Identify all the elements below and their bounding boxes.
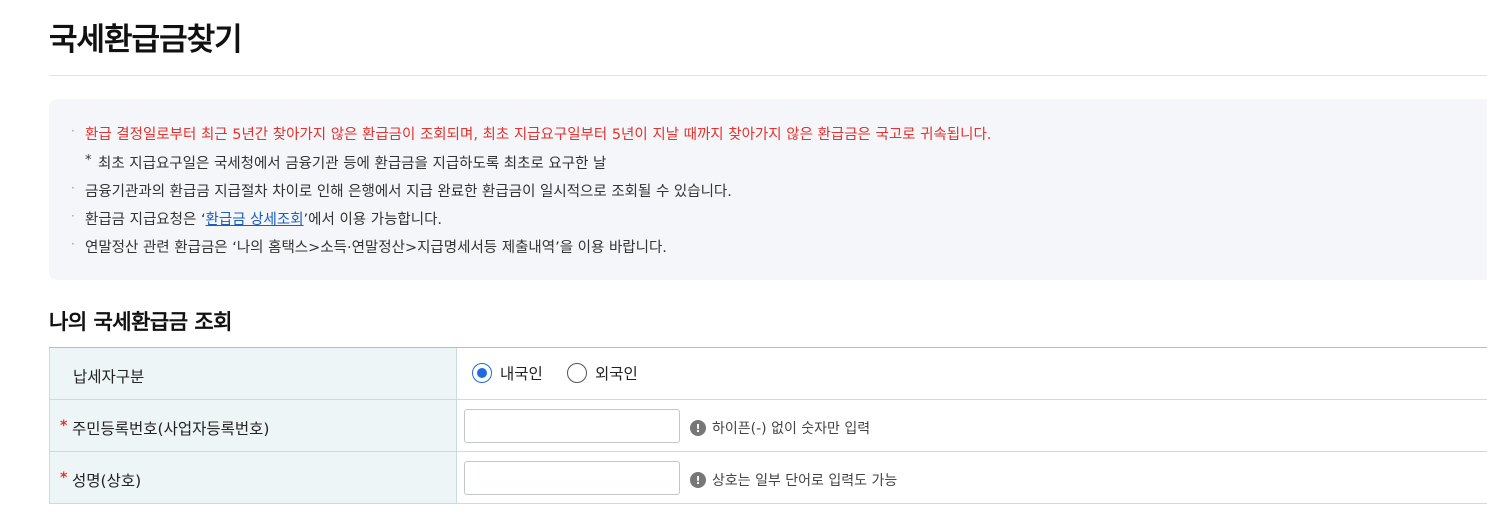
refund-detail-link[interactable]: 환급금 상세조회 [206,212,304,228]
notice-text-after: ’에서 이용 가능합니다. [303,212,443,228]
exclamation-icon: ! [690,420,706,436]
radio-foreign-label[interactable]: 외국인 [595,362,638,384]
name-label: 성명(상호) [72,472,142,490]
notice-text: 최초 지급요구일은 국세청에서 금융기관 등에 환급금을 지급하도록 최초로 요… [98,156,607,172]
title-divider [49,75,1487,76]
name-input[interactable] [464,461,680,495]
form-row-resident-number: * 주민등록번호(사업자등록번호) ! 하이픈(-) 없이 숫자만 입력 [49,400,1487,452]
taxpayer-type-label: 납세자구분 [73,368,145,386]
radio-foreign[interactable]: 외국인 [567,362,638,384]
radio-domestic[interactable]: 내국인 [472,362,543,384]
notice-text: 환급 결정일로부터 최근 5년간 찾아가지 않은 환급금이 조회되며, 최초 지… [85,127,992,143]
bullet-icon: · [71,209,75,223]
page-title: 국세환급금찾기 [49,22,243,58]
radio-domestic-indicator[interactable] [472,363,492,383]
form-row-taxpayer-type: 납세자구분 내국인 외국인 [49,348,1487,400]
required-mark: * [60,418,68,434]
notice-text: 금융기관과의 환급금 지급절차 차이로 인해 은행에서 지급 완료한 환급금이 … [85,184,732,200]
value-cell: 내국인 외국인 [457,348,1487,399]
radio-foreign-indicator[interactable] [567,363,587,383]
name-hint: ! 상호는 일부 단어로 입력도 가능 [690,470,897,490]
notice-text: 환급금 지급요청은 ‘환급금 상세조회’에서 이용 가능합니다. [85,208,442,229]
form-row-name: * 성명(상호) ! 상호는 일부 단어로 입력도 가능 [49,452,1487,504]
label-cell: * 주민등록번호(사업자등록번호) [49,400,457,451]
notice-text: 연말정산 관련 환급금은 ‘나의 홈택스>소득·연말정산>지급명세서등 제출내역… [85,240,667,256]
section-title: 나의 국세환급금 조회 [49,310,233,334]
label-cell: 납세자구분 [49,348,457,399]
value-cell: ! 상호는 일부 단어로 입력도 가능 [457,452,1487,503]
label-cell: * 성명(상호) [49,452,457,503]
resident-number-label: 주민등록번호(사업자등록번호) [72,420,270,438]
asterisk-icon: * [85,153,92,168]
bullet-icon: · [71,181,75,195]
bullet-icon: · [71,237,75,251]
hint-text: 상호는 일부 단어로 입력도 가능 [712,473,898,489]
resident-number-input[interactable] [464,409,680,443]
notice-box: · 환급 결정일로부터 최근 5년간 찾아가지 않은 환급금이 조회되며, 최초… [49,99,1487,280]
notice-text-before: 환급금 지급요청은 ‘ [85,212,206,228]
hint-text: 하이픈(-) 없이 숫자만 입력 [712,421,871,437]
refund-search-form: 납세자구분 내국인 외국인 * 주민등록번호(사업자등록번호) ! 하이픈(-)… [49,347,1487,504]
radio-domestic-label[interactable]: 내국인 [500,362,543,384]
bullet-icon: · [71,124,75,138]
required-mark: * [60,470,68,486]
exclamation-icon: ! [690,472,706,488]
resident-number-hint: ! 하이픈(-) 없이 숫자만 입력 [690,418,870,438]
value-cell: ! 하이픈(-) 없이 숫자만 입력 [457,400,1487,451]
